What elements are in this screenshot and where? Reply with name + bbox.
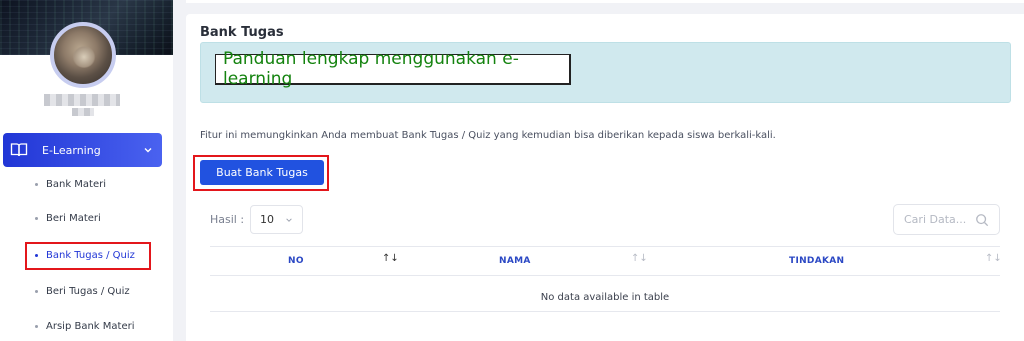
sort-icon[interactable]: ↑↓ xyxy=(631,253,648,264)
sidebar-menu-label: E-Learning xyxy=(42,143,101,157)
column-header-tindakan[interactable]: TINDAKAN xyxy=(789,256,844,266)
bullet-icon xyxy=(35,183,38,186)
annotation-highlight-box xyxy=(25,242,151,270)
table-row-border xyxy=(210,311,1000,312)
sidebar-item-label: Beri Tugas / Quiz xyxy=(46,286,130,297)
chevron-down-icon xyxy=(286,218,292,222)
chevron-down-icon xyxy=(144,148,152,153)
avatar[interactable] xyxy=(50,22,116,88)
column-header-nama[interactable]: NAMA xyxy=(499,256,531,266)
sort-icon[interactable]: ↑↓ xyxy=(382,253,399,264)
column-header-no[interactable]: NO xyxy=(288,256,304,266)
search-placeholder: Cari Data... xyxy=(904,213,967,226)
page-size-select[interactable]: 10 xyxy=(250,205,303,234)
page-description: Fitur ini memungkinkan Anda membuat Bank… xyxy=(200,130,776,141)
blurred-user-role xyxy=(72,108,94,116)
search-icon[interactable] xyxy=(975,213,989,227)
bullet-icon xyxy=(35,217,38,220)
sidebar-item-beri-tugas-quiz[interactable]: Beri Tugas / Quiz xyxy=(35,286,130,297)
guide-link-button[interactable]: Panduan lengkap menggunakan e-learning xyxy=(215,49,571,89)
sidebar-item-label: Bank Materi xyxy=(46,179,107,190)
sort-icon[interactable]: ↑↓ xyxy=(985,253,1002,264)
bullet-icon xyxy=(35,290,38,293)
page-size-value: 10 xyxy=(260,213,274,226)
sidebar-item-arsip-bank-materi[interactable]: Arsip Bank Materi xyxy=(35,321,134,332)
page-size-label: Hasil : xyxy=(210,213,245,226)
table-header-top-border xyxy=(210,246,1000,247)
annotation-highlight-box xyxy=(193,155,329,191)
sidebar-menu-elearning[interactable]: E-Learning xyxy=(3,133,162,167)
search-input[interactable]: Cari Data... xyxy=(893,204,1000,235)
sidebar-item-label: Beri Materi xyxy=(46,213,101,224)
top-panel-edge xyxy=(186,0,1024,3)
blurred-username xyxy=(44,94,120,106)
bullet-icon xyxy=(35,325,38,328)
sidebar-item-label: Arsip Bank Materi xyxy=(46,321,135,332)
sidebar-item-bank-materi[interactable]: Bank Materi xyxy=(35,179,106,190)
table-header-bottom-border xyxy=(210,275,1000,276)
sidebar-item-beri-materi[interactable]: Beri Materi xyxy=(35,213,101,224)
page-title: Bank Tugas xyxy=(200,25,284,40)
table-empty-message: No data available in table xyxy=(540,292,670,303)
book-icon xyxy=(10,143,28,157)
